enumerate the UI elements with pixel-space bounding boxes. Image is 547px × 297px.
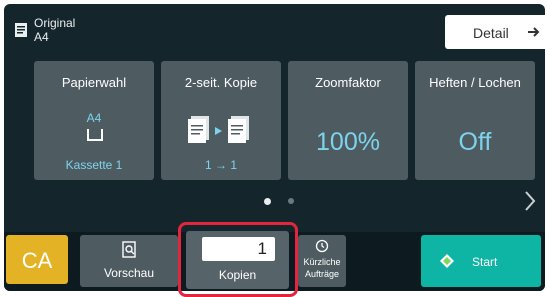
detail-label: Detail (473, 25, 509, 41)
original-size: A4 (34, 30, 49, 44)
copies-value: 1 (257, 239, 267, 258)
recent-jobs-label-line2: Aufträge (304, 269, 340, 279)
start-button[interactable]: Start (421, 235, 541, 287)
ca-label: CA (21, 248, 53, 273)
original-label: Original (34, 16, 76, 30)
recent-jobs-button[interactable]: Kürzliche Aufträge (298, 235, 346, 287)
clear-all-button[interactable]: CA (6, 235, 68, 284)
copies-input[interactable]: 1 (202, 237, 275, 261)
page-dot (288, 198, 294, 204)
recent-jobs-label-line1: Kürzliche (303, 257, 341, 267)
zoom-value: 100% (316, 128, 380, 156)
arrow-right-icon (528, 27, 540, 37)
tile-title: Heften / Lochen (429, 75, 521, 90)
tile-title: Papierwahl (61, 75, 127, 90)
paper-tray-icon (87, 129, 103, 141)
top-bar: Original A4 Detail (4, 4, 545, 52)
tile-title: Zoomfaktor (315, 75, 381, 90)
tile-duplex-copy[interactable]: 2-seit. Kopie 1 → 1 (161, 61, 281, 180)
page-dot-active (264, 198, 271, 205)
paper-size-value: A4 (86, 111, 102, 125)
copies-button[interactable]: 1 Kopien (186, 231, 289, 289)
preview-label: Vorschau (103, 266, 155, 280)
staple-punch-value: Off (458, 128, 492, 156)
detail-button[interactable]: Detail (445, 15, 545, 49)
duplex-copy-icon (188, 116, 249, 143)
preview-icon (122, 241, 136, 258)
preview-button[interactable]: Vorschau (80, 235, 178, 287)
page-indicator (264, 198, 304, 210)
chevron-right-icon[interactable] (523, 190, 537, 212)
duplex-mode-value: 1 → 1 (204, 158, 237, 172)
tile-paper-select[interactable]: Papierwahl A4 Kassette 1 (34, 61, 154, 180)
tile-zoom[interactable]: Zoomfaktor 100% (288, 61, 408, 180)
copies-label: Kopien (218, 268, 257, 282)
start-diamond-icon (440, 254, 454, 268)
history-icon (315, 239, 329, 253)
start-label: Start (472, 255, 498, 269)
tile-staple-punch[interactable]: Heften / Lochen Off (415, 61, 535, 180)
tile-title: 2-seit. Kopie (184, 75, 258, 90)
original-document-icon (15, 23, 27, 37)
paper-tray-value: Kassette 1 (65, 158, 123, 172)
